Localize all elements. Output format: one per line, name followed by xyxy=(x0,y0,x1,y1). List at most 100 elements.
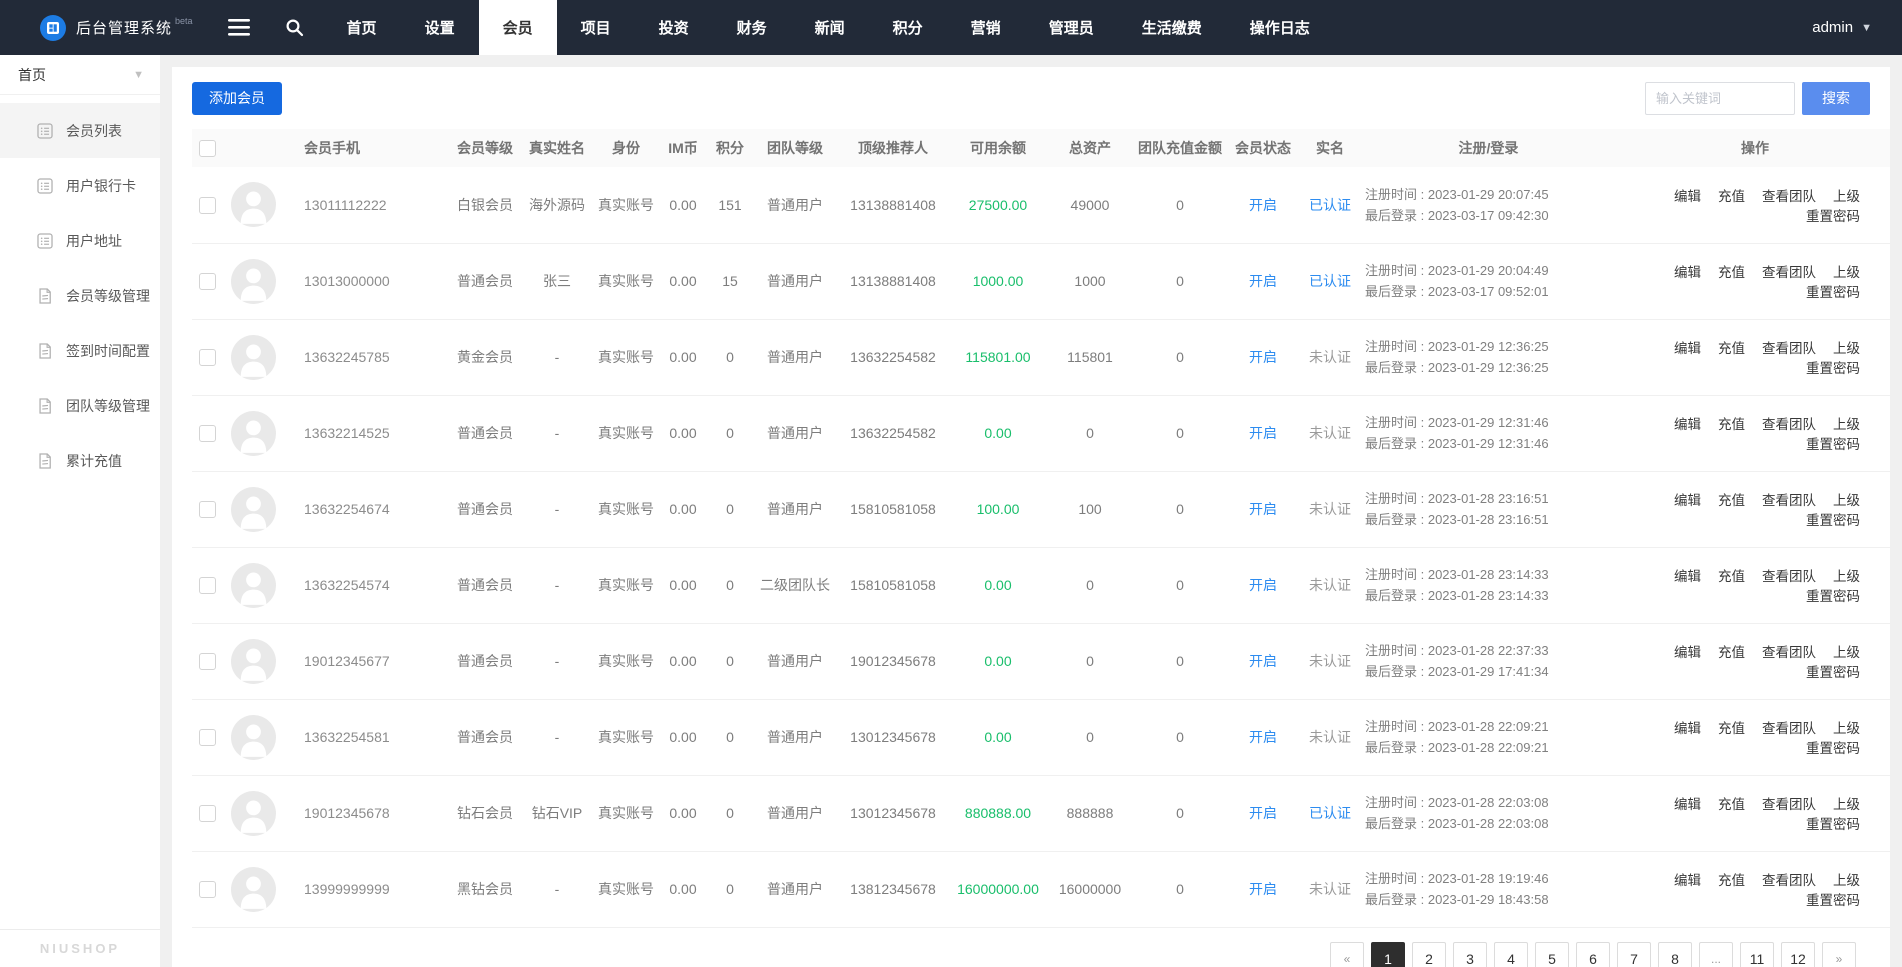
user-menu[interactable]: admin ▼ xyxy=(1812,0,1902,55)
nav-item-营销[interactable]: 营销 xyxy=(947,0,1025,55)
page-button-»[interactable]: » xyxy=(1822,942,1856,967)
action-上级[interactable]: 上级 xyxy=(1833,341,1860,356)
action-重置密码[interactable]: 重置密码 xyxy=(1806,741,1860,756)
action-充值[interactable]: 充值 xyxy=(1718,645,1745,660)
search-icon[interactable] xyxy=(267,0,323,55)
cell-status[interactable]: 开启 xyxy=(1227,471,1299,547)
action-编辑[interactable]: 编辑 xyxy=(1674,341,1701,356)
action-重置密码[interactable]: 重置密码 xyxy=(1806,817,1860,832)
action-上级[interactable]: 上级 xyxy=(1833,265,1860,280)
action-查看团队[interactable]: 查看团队 xyxy=(1762,265,1816,280)
action-重置密码[interactable]: 重置密码 xyxy=(1806,209,1860,224)
row-checkbox[interactable] xyxy=(199,729,216,746)
action-编辑[interactable]: 编辑 xyxy=(1674,645,1701,660)
nav-item-管理员[interactable]: 管理员 xyxy=(1025,0,1118,55)
action-上级[interactable]: 上级 xyxy=(1833,493,1860,508)
row-checkbox[interactable] xyxy=(199,653,216,670)
action-上级[interactable]: 上级 xyxy=(1833,645,1860,660)
cell-status[interactable]: 开启 xyxy=(1227,623,1299,699)
nav-item-新闻[interactable]: 新闻 xyxy=(791,0,869,55)
action-充值[interactable]: 充值 xyxy=(1718,569,1745,584)
sidebar-item-签到时间配置[interactable]: 签到时间配置 xyxy=(0,323,160,378)
page-button-2[interactable]: 2 xyxy=(1412,942,1446,967)
cell-status[interactable]: 开启 xyxy=(1227,319,1299,395)
action-充值[interactable]: 充值 xyxy=(1718,721,1745,736)
action-编辑[interactable]: 编辑 xyxy=(1674,569,1701,584)
action-编辑[interactable]: 编辑 xyxy=(1674,721,1701,736)
nav-item-项目[interactable]: 项目 xyxy=(557,0,635,55)
action-重置密码[interactable]: 重置密码 xyxy=(1806,665,1860,680)
action-查看团队[interactable]: 查看团队 xyxy=(1762,569,1816,584)
row-checkbox[interactable] xyxy=(199,881,216,898)
sidebar-item-会员列表[interactable]: 会员列表 xyxy=(0,103,160,158)
action-重置密码[interactable]: 重置密码 xyxy=(1806,361,1860,376)
action-上级[interactable]: 上级 xyxy=(1833,569,1860,584)
action-重置密码[interactable]: 重置密码 xyxy=(1806,513,1860,528)
cell-status[interactable]: 开启 xyxy=(1227,243,1299,319)
action-重置密码[interactable]: 重置密码 xyxy=(1806,437,1860,452)
action-查看团队[interactable]: 查看团队 xyxy=(1762,493,1816,508)
nav-item-操作日志[interactable]: 操作日志 xyxy=(1226,0,1334,55)
nav-item-生活缴费[interactable]: 生活缴费 xyxy=(1118,0,1226,55)
action-上级[interactable]: 上级 xyxy=(1833,189,1860,204)
row-checkbox[interactable] xyxy=(199,349,216,366)
action-编辑[interactable]: 编辑 xyxy=(1674,189,1701,204)
keyword-search-input[interactable] xyxy=(1645,82,1795,115)
sidebar-header-home[interactable]: 首页 ▼ xyxy=(0,55,160,95)
nav-item-投资[interactable]: 投资 xyxy=(635,0,713,55)
action-编辑[interactable]: 编辑 xyxy=(1674,417,1701,432)
action-上级[interactable]: 上级 xyxy=(1833,873,1860,888)
row-checkbox[interactable] xyxy=(199,577,216,594)
page-button-12[interactable]: 12 xyxy=(1781,942,1815,967)
page-button-5[interactable]: 5 xyxy=(1535,942,1569,967)
page-button-4[interactable]: 4 xyxy=(1494,942,1528,967)
nav-item-积分[interactable]: 积分 xyxy=(869,0,947,55)
action-重置密码[interactable]: 重置密码 xyxy=(1806,589,1860,604)
action-重置密码[interactable]: 重置密码 xyxy=(1806,893,1860,908)
action-充值[interactable]: 充值 xyxy=(1718,493,1745,508)
search-button[interactable]: 搜索 xyxy=(1802,82,1870,115)
sidebar-item-团队等级管理[interactable]: 团队等级管理 xyxy=(0,378,160,433)
action-查看团队[interactable]: 查看团队 xyxy=(1762,189,1816,204)
row-checkbox[interactable] xyxy=(199,501,216,518)
page-button-6[interactable]: 6 xyxy=(1576,942,1610,967)
action-重置密码[interactable]: 重置密码 xyxy=(1806,285,1860,300)
action-查看团队[interactable]: 查看团队 xyxy=(1762,645,1816,660)
sidebar-item-用户地址[interactable]: 用户地址 xyxy=(0,213,160,268)
action-编辑[interactable]: 编辑 xyxy=(1674,493,1701,508)
action-查看团队[interactable]: 查看团队 xyxy=(1762,873,1816,888)
page-button-3[interactable]: 3 xyxy=(1453,942,1487,967)
nav-item-财务[interactable]: 财务 xyxy=(713,0,791,55)
row-checkbox[interactable] xyxy=(199,197,216,214)
row-checkbox[interactable] xyxy=(199,805,216,822)
action-上级[interactable]: 上级 xyxy=(1833,417,1860,432)
page-button-«[interactable]: « xyxy=(1330,942,1364,967)
action-查看团队[interactable]: 查看团队 xyxy=(1762,721,1816,736)
action-充值[interactable]: 充值 xyxy=(1718,417,1745,432)
action-充值[interactable]: 充值 xyxy=(1718,341,1745,356)
action-充值[interactable]: 充值 xyxy=(1718,265,1745,280)
cell-status[interactable]: 开启 xyxy=(1227,547,1299,623)
action-查看团队[interactable]: 查看团队 xyxy=(1762,341,1816,356)
sidebar-item-会员等级管理[interactable]: 会员等级管理 xyxy=(0,268,160,323)
add-member-button[interactable]: 添加会员 xyxy=(192,82,282,115)
row-checkbox[interactable] xyxy=(199,425,216,442)
nav-item-会员[interactable]: 会员 xyxy=(479,0,557,55)
action-编辑[interactable]: 编辑 xyxy=(1674,265,1701,280)
action-上级[interactable]: 上级 xyxy=(1833,721,1860,736)
page-button-7[interactable]: 7 xyxy=(1617,942,1651,967)
sidebar-item-用户银行卡[interactable]: 用户银行卡 xyxy=(0,158,160,213)
action-编辑[interactable]: 编辑 xyxy=(1674,873,1701,888)
cell-status[interactable]: 开启 xyxy=(1227,775,1299,851)
action-充值[interactable]: 充值 xyxy=(1718,797,1745,812)
cell-status[interactable]: 开启 xyxy=(1227,167,1299,243)
page-button-11[interactable]: 11 xyxy=(1740,942,1774,967)
cell-status[interactable]: 开启 xyxy=(1227,851,1299,927)
cell-status[interactable]: 开启 xyxy=(1227,395,1299,471)
page-button-8[interactable]: 8 xyxy=(1658,942,1692,967)
action-上级[interactable]: 上级 xyxy=(1833,797,1860,812)
row-checkbox[interactable] xyxy=(199,273,216,290)
hamburger-menu-icon[interactable] xyxy=(211,0,267,55)
select-all-checkbox[interactable] xyxy=(199,140,216,157)
action-充值[interactable]: 充值 xyxy=(1718,873,1745,888)
